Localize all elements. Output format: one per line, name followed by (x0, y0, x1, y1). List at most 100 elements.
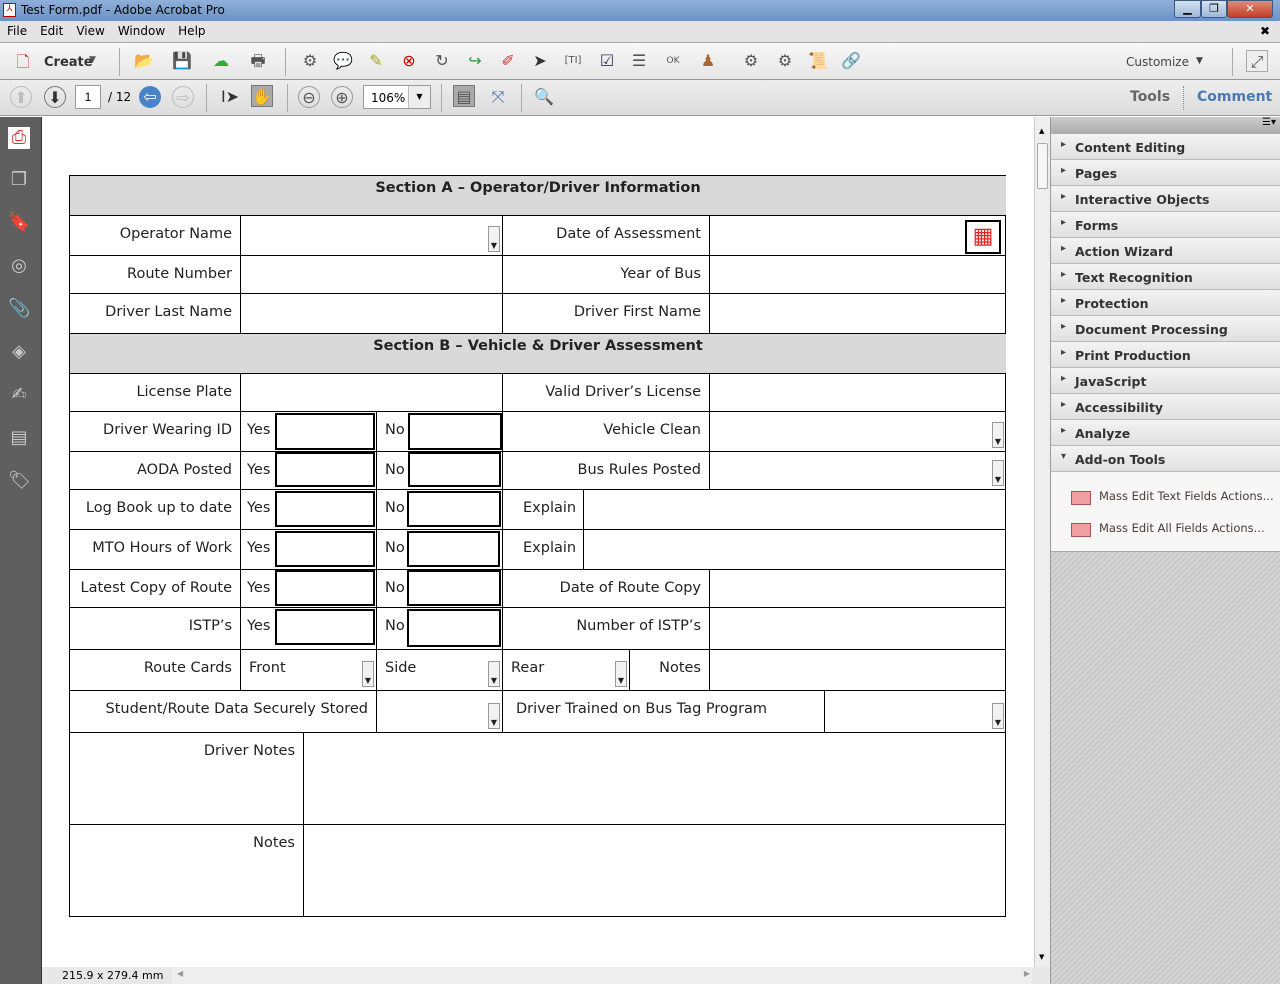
panel-javascript[interactable]: JavaScript (1051, 368, 1280, 394)
close-doc-icon[interactable]: ✖ (1253, 21, 1276, 38)
driver-notes-field[interactable] (303, 732, 1006, 824)
layers-icon[interactable]: ◈ (8, 341, 30, 363)
number-istps-field[interactable] (709, 607, 1006, 649)
text-field-icon[interactable]: [TI] (562, 50, 584, 72)
yes-field[interactable] (275, 413, 375, 450)
no-field[interactable] (407, 531, 500, 567)
create-button[interactable]: Create (44, 55, 93, 70)
panel-content-editing[interactable]: Content Editing (1051, 134, 1280, 160)
panel-text-recognition[interactable]: Text Recognition (1051, 264, 1280, 290)
signatures-icon[interactable]: ◎ (8, 255, 30, 277)
next-view-icon[interactable]: ⇨ (172, 86, 194, 108)
panel-protection[interactable]: Protection (1051, 290, 1280, 316)
customize-button[interactable]: Customize (1126, 55, 1189, 69)
panel-action-wizard[interactable]: Action Wizard (1051, 238, 1280, 264)
model-tree-icon[interactable]: ✍ (8, 384, 30, 406)
fit-width-icon[interactable]: ⤧ (487, 86, 509, 108)
panel-print-production[interactable]: Print Production (1051, 342, 1280, 368)
save-icon[interactable]: 💾 (171, 50, 193, 72)
menu-window[interactable]: Window (111, 21, 171, 38)
restore-button[interactable]: ❐ (1201, 0, 1227, 18)
operator-name-dropdown[interactable]: ▼ (240, 215, 502, 255)
expand-icon[interactable]: ⤢ (1246, 50, 1268, 72)
menu-file[interactable]: File (0, 21, 33, 38)
mass-edit-all-fields[interactable]: Mass Edit All Fields Actions... (1051, 514, 1280, 546)
next-page-icon[interactable]: ⬇ (44, 86, 66, 108)
panel-pages[interactable]: Pages (1051, 160, 1280, 186)
route-number-field[interactable] (240, 255, 502, 293)
menu-view[interactable]: View (69, 21, 110, 38)
tools-tab[interactable]: Tools (1130, 89, 1170, 105)
explain-field[interactable] (583, 489, 1006, 529)
search-icon[interactable]: 🔍 (533, 86, 555, 108)
previous-page-icon[interactable]: ⬆ (10, 86, 32, 108)
highlight-text-icon[interactable]: ✎ (365, 50, 387, 72)
scroll-down-icon[interactable]: ▼ (1039, 953, 1044, 961)
print-icon[interactable]: 🖶 (247, 50, 269, 72)
no-field[interactable] (407, 570, 501, 606)
panel-options-icon[interactable]: ☰▾ (1051, 117, 1280, 134)
replace-page-icon[interactable]: ↻ (431, 50, 453, 72)
panel-interactive-objects[interactable]: Interactive Objects (1051, 186, 1280, 212)
chevron-down-icon[interactable]: ▼ (615, 661, 627, 687)
scroll-right-icon[interactable]: ▶ (1024, 969, 1030, 978)
valid-license-field[interactable] (709, 373, 1006, 411)
yes-field[interactable] (275, 609, 375, 645)
yes-field[interactable] (275, 452, 375, 487)
stamp-icon[interactable]: ♟ (697, 50, 719, 72)
edit-form-icon[interactable]: ✐ (497, 50, 519, 72)
zoom-out-icon[interactable]: ⊖ (298, 86, 320, 108)
no-field[interactable] (407, 491, 501, 527)
rear-dropdown[interactable]: Rear▼ (502, 649, 629, 690)
attachments-icon[interactable]: 📎 (8, 298, 30, 320)
chevron-down-icon[interactable]: ▼ (992, 422, 1004, 448)
create-icon[interactable]: 🗋 (12, 51, 34, 73)
dropdown-field-icon[interactable]: ☰ (628, 50, 650, 72)
customize-dropdown-icon[interactable]: ▼ (1196, 56, 1203, 66)
yes-field[interactable] (275, 570, 375, 606)
zoom-dropdown-icon[interactable]: ▼ (408, 86, 430, 108)
year-of-bus-field[interactable] (709, 255, 1006, 293)
yes-field[interactable] (275, 491, 375, 527)
yes-field[interactable] (275, 531, 375, 567)
no-field[interactable] (408, 413, 502, 450)
panel-add-on-tools[interactable]: Add-on Tools (1051, 446, 1280, 472)
zoom-select[interactable]: 106% ▼ (363, 85, 431, 109)
no-field[interactable] (407, 609, 501, 647)
create-pdf-icon[interactable]: ⎙ (8, 127, 30, 149)
gear-icon[interactable]: ⚙ (299, 50, 321, 72)
open-folder-icon[interactable]: 📂 (133, 50, 155, 72)
chevron-down-icon[interactable]: ▼ (488, 661, 500, 687)
date-of-assessment-field[interactable]: ▦ (709, 215, 1006, 255)
delete-page-icon[interactable]: ⊗ (398, 50, 420, 72)
horizontal-scrollbar[interactable]: ◀ ▶ (172, 967, 1032, 984)
close-button[interactable]: ✕ (1227, 0, 1273, 18)
pages-icon[interactable]: ❐ (8, 169, 30, 191)
bookmarks-icon[interactable]: 🔖 (8, 212, 30, 234)
panel-accessibility[interactable]: Accessibility (1051, 394, 1280, 420)
chevron-down-icon[interactable]: ▼ (992, 460, 1004, 486)
document-gear-icon[interactable]: ⚙ (774, 50, 796, 72)
checkbox-icon[interactable]: ☑ (596, 50, 618, 72)
no-field[interactable] (408, 452, 501, 487)
chevron-down-icon[interactable]: ▼ (488, 703, 500, 729)
tags-icon[interactable]: 🏷 (8, 470, 30, 492)
select-tool-icon[interactable]: I➤ (219, 86, 241, 108)
side-dropdown[interactable]: Side▼ (376, 649, 502, 690)
license-plate-field[interactable] (240, 373, 502, 411)
mass-edit-text-fields[interactable]: Mass Edit Text Fields Actions... (1051, 482, 1280, 514)
vertical-scrollbar[interactable]: ▲ ▼ (1034, 117, 1050, 967)
chevron-down-icon[interactable]: ▼ (992, 703, 1004, 729)
comment-bubble-icon[interactable]: 💬 (332, 50, 354, 72)
vehicle-clean-dropdown[interactable]: ▼ (709, 411, 1006, 451)
calendar-icon[interactable]: ▦ (965, 220, 1001, 254)
menu-help[interactable]: Help (171, 21, 211, 38)
panel-forms[interactable]: Forms (1051, 212, 1280, 238)
menu-edit[interactable]: Edit (33, 21, 69, 38)
panel-analyze[interactable]: Analyze (1051, 420, 1280, 446)
chevron-down-icon[interactable]: ▼ (362, 661, 374, 687)
panel-document-processing[interactable]: Document Processing (1051, 316, 1280, 342)
link-icon[interactable]: 🔗 (840, 50, 862, 72)
button-field-icon[interactable]: OK (662, 50, 684, 72)
previous-view-icon[interactable]: ⇦ (139, 86, 161, 108)
